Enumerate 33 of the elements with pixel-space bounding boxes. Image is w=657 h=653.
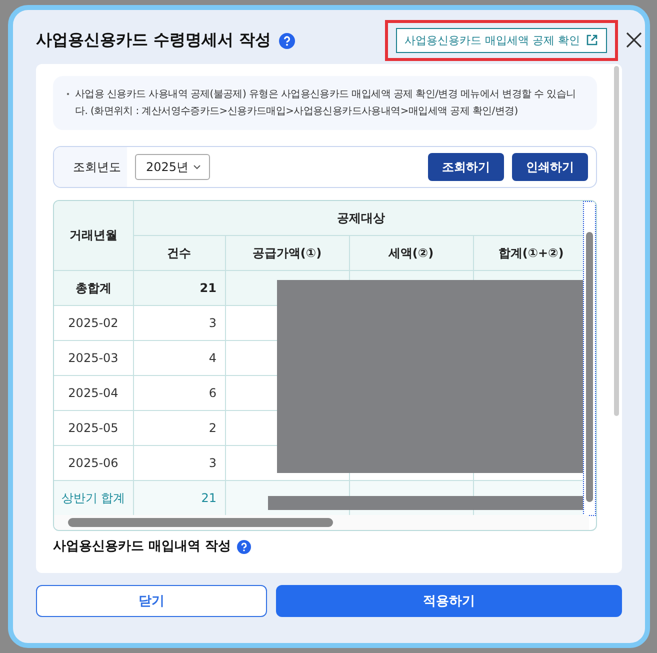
close-button[interactable]: 닫기 (36, 585, 267, 617)
table-cell: 21 (133, 270, 225, 306)
external-link-icon (586, 34, 598, 46)
section-heading: 사업용신용카드 매입내역 작성 (53, 539, 232, 555)
table-cell: 2025-02 (54, 306, 133, 340)
help-icon[interactable] (237, 540, 252, 554)
search-action-button[interactable]: 인쇄하기 (512, 153, 588, 181)
table-cell: 21 (133, 480, 225, 516)
chevron-down-icon (192, 164, 201, 170)
notice-text: 사업용 신용카드 사용내역 공제(불공제) 유형은 사업용신용카드 매입세액 공제 확인/변경 메뉴에서 변경할 수 있습니다. (화면위치 : 계산서영수증카드>신용카드매입>사업용신용카드사용내역>매입세액 공제 확인/변경) (75, 88, 577, 119)
close-icon[interactable] (626, 32, 642, 48)
external-link-button[interactable]: 사업용신용카드 매입세액 공제 확인 (396, 28, 607, 52)
table-cell: 2 (133, 410, 225, 446)
table-cell: 2025-04 (54, 376, 133, 410)
column-header: 건수 (133, 236, 225, 270)
column-header: 거래년월 (54, 201, 133, 270)
table-cell: 6 (133, 376, 225, 410)
table-cell: 2025-03 (54, 340, 133, 376)
table-cell: 상반기 합계 (54, 480, 133, 516)
search-action-button[interactable]: 조회하기 (428, 153, 504, 181)
year-dropdown[interactable]: 2025년 (135, 154, 210, 180)
apply-button[interactable]: 적용하기 (276, 585, 622, 617)
horizontal-scrollbar[interactable] (54, 515, 589, 530)
table-cell: 총합계 (54, 270, 133, 306)
vertical-scrollbar[interactable] (583, 201, 596, 516)
help-icon[interactable] (279, 33, 296, 49)
year-label: 조회년도 (54, 147, 127, 187)
dialog-title: 사업용신용카드 수령명세서 작성 (36, 30, 272, 50)
table-cell: 3 (133, 306, 225, 340)
table-cell: 2025-05 (54, 410, 133, 446)
column-header: 공급가액(①) (225, 236, 349, 270)
column-header: 세액(②) (349, 236, 473, 270)
table-cell: 4 (133, 340, 225, 376)
